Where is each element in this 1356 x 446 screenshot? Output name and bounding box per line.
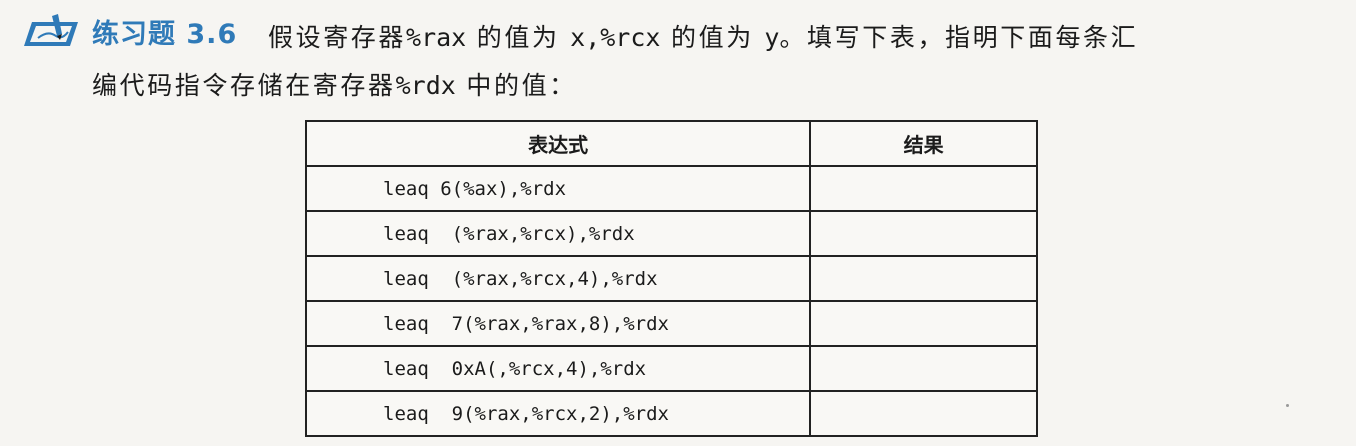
result-cell[interactable] (809, 165, 1038, 212)
expression-cell: leaq 7(%rax,%rax,8),%rdx (304, 300, 812, 347)
register-rcx: %rcx (600, 23, 661, 52)
question-text: 编代码指令存储在寄存器 (92, 71, 396, 100)
exercise-header: 练习题 3.6 假设寄存器%rax 的值为 x,%rcx 的值为 y。填写下表，… (22, 6, 1342, 106)
variable-x: x, (570, 23, 601, 52)
table-row: leaq (%rax,%rcx),%rdx (304, 210, 1038, 257)
question-text: 。填写下表，指明下面每条汇 (779, 23, 1139, 52)
question-text: 假设寄存器 (268, 23, 407, 52)
table-row: leaq (%rax,%rcx,4),%rdx (304, 255, 1038, 302)
question-line-2: 编代码指令存储在寄存器%rdx 中的值： (92, 62, 1348, 110)
table-row: leaq 7(%rax,%rax,8),%rdx (304, 300, 1038, 347)
exercise-label: 练习题 3.6 (92, 19, 238, 50)
result-cell[interactable] (809, 210, 1038, 257)
exercise-question: 假设寄存器%rax 的值为 x,%rcx 的值为 y。填写下表，指明下面每条汇 … (92, 14, 1348, 110)
table-row: leaq 6(%ax),%rdx (304, 165, 1038, 212)
header-expression: 表达式 (304, 120, 812, 167)
table-header-row: 表达式 结果 (304, 120, 1038, 167)
question-text: 的值为 (476, 23, 560, 52)
question-text: 的值为 (671, 23, 754, 52)
result-cell[interactable] (809, 345, 1038, 392)
question-text: 中的值： (466, 71, 577, 100)
scan-speck (1286, 404, 1289, 407)
result-cell[interactable] (809, 255, 1038, 302)
result-cell[interactable] (809, 390, 1038, 437)
register-rax: %rax (406, 23, 467, 52)
pencil-writing-icon (24, 14, 78, 46)
expression-cell: leaq (%rax,%rcx,4),%rdx (304, 255, 812, 302)
expression-cell: leaq 0xA(,%rcx,4),%rdx (304, 345, 812, 392)
register-rdx: %rdx (395, 71, 456, 100)
result-cell[interactable] (809, 300, 1038, 347)
header-result: 结果 (809, 120, 1038, 167)
expression-cell: leaq 9(%rax,%rcx,2),%rdx (304, 390, 812, 437)
expression-table: 表达式 结果 leaq 6(%ax),%rdx leaq (%rax,%rcx)… (304, 120, 1038, 437)
expression-cell: leaq (%rax,%rcx),%rdx (304, 210, 812, 257)
table-row: leaq 9(%rax,%rcx,2),%rdx (304, 390, 1038, 437)
expression-cell: leaq 6(%ax),%rdx (304, 165, 812, 212)
variable-y: y (764, 23, 780, 52)
table-row: leaq 0xA(,%rcx,4),%rdx (304, 345, 1038, 392)
